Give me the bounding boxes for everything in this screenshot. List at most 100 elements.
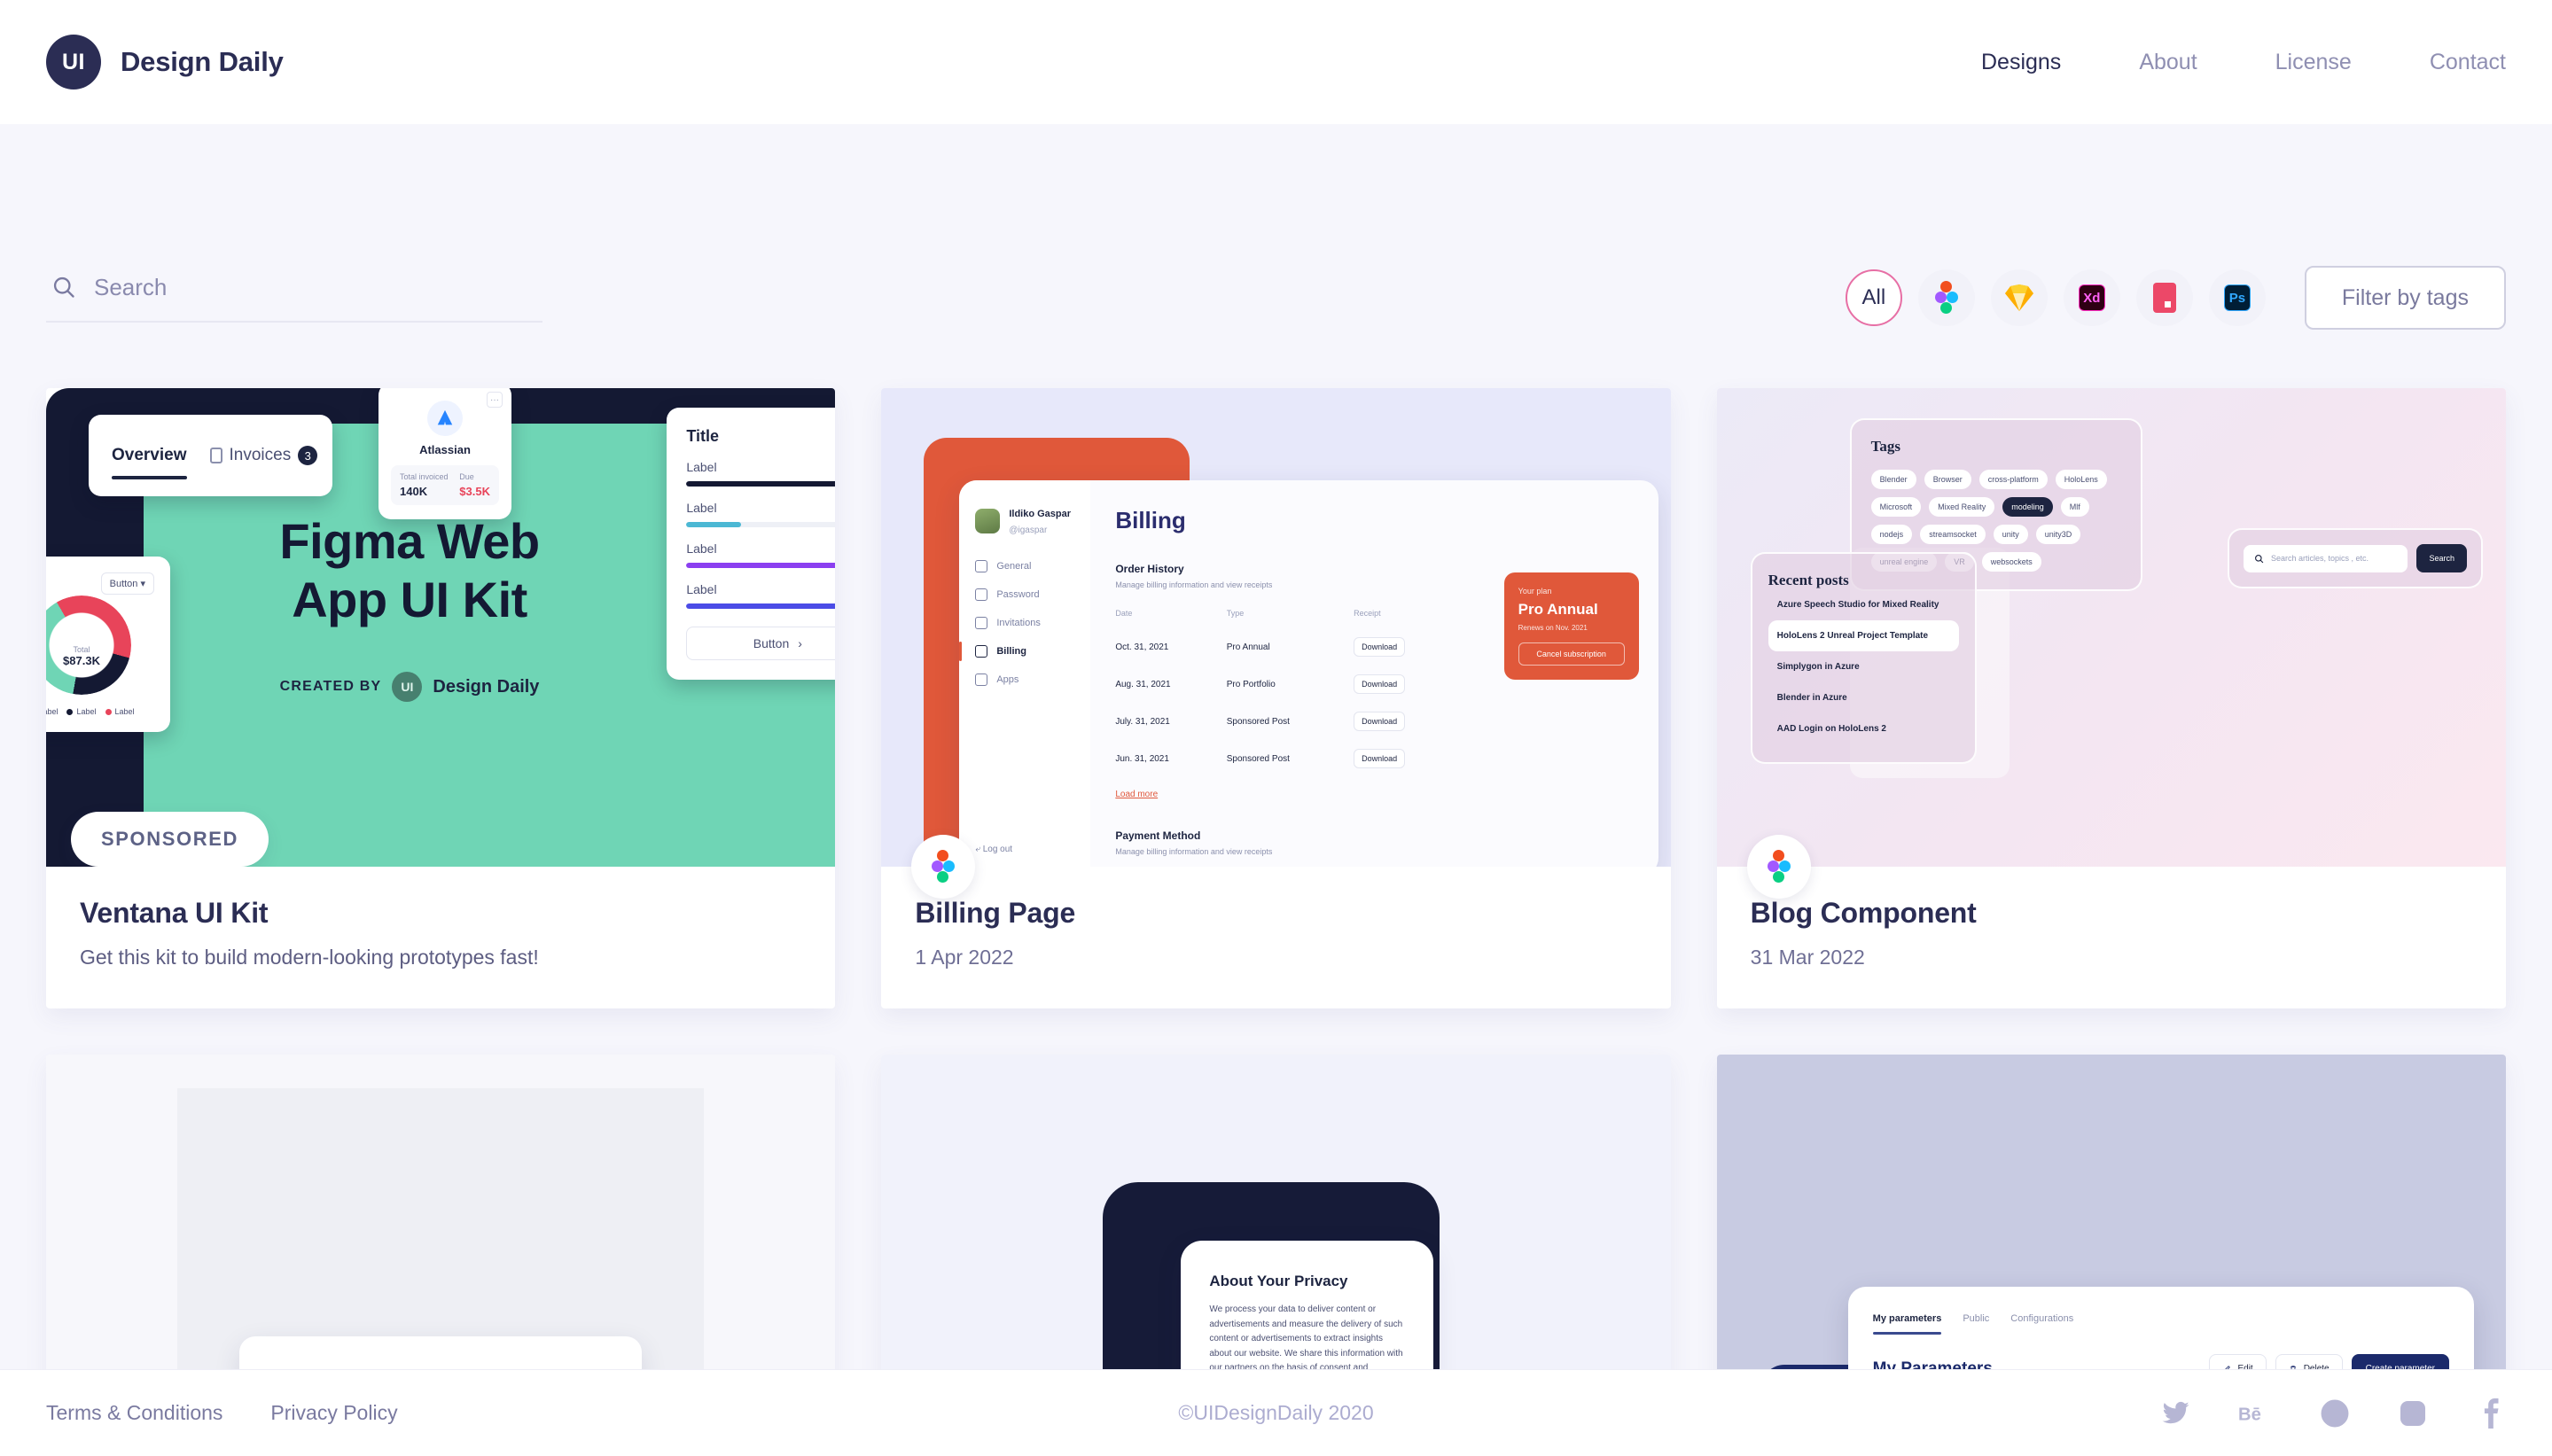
- billing-nav: General Password Invitations Billing App…: [959, 560, 1074, 686]
- nav-apps: Apps: [975, 673, 1074, 686]
- search-field[interactable]: [46, 273, 542, 323]
- billing-title: Billing: [1115, 507, 1186, 533]
- filter-by-tags-button[interactable]: Filter by tags: [2304, 266, 2506, 330]
- tag-pill: unity3D: [2035, 525, 2081, 544]
- document-icon: [209, 448, 222, 463]
- nav-invitations: Invitations: [975, 617, 1074, 629]
- nav-billing: Billing: [959, 642, 1074, 661]
- table-row: Aug. 31, 2021 Pro Portfolio Download: [1115, 666, 1457, 703]
- more-icon: ···: [487, 392, 503, 408]
- dribbble-icon[interactable]: [2320, 1398, 2350, 1429]
- tag-pill: websockets: [1981, 552, 2041, 572]
- avatar: [975, 509, 1001, 533]
- card-subtitle: Get this kit to build modern-looking pro…: [80, 946, 539, 969]
- facebook-icon[interactable]: [2476, 1398, 2506, 1429]
- post-item: AAD Login on HoloLens 2: [1776, 724, 1886, 734]
- credit-logo-icon: UI: [392, 672, 423, 702]
- card-body: Blog Component 31 Mar 2022: [1717, 835, 2506, 1008]
- blog-search-button: Search: [2416, 544, 2467, 572]
- mini-select: Button ▾: [100, 572, 154, 595]
- twitter-icon[interactable]: [2160, 1398, 2190, 1429]
- behance-icon[interactable]: Bē: [2238, 1398, 2272, 1429]
- tab-configurations: Configurations: [2010, 1313, 2074, 1324]
- filter-chip-photoshop[interactable]: Ps: [2208, 269, 2266, 326]
- nav-item-about[interactable]: About: [2100, 50, 2236, 75]
- tool-badge-figma: [1746, 835, 1811, 899]
- card-thumbnail[interactable]: Ildiko Gaspar @igaspar General Password I…: [881, 388, 1671, 867]
- footer-link-terms[interactable]: Terms & Conditions: [46, 1401, 222, 1425]
- nav-item-license[interactable]: License: [2236, 50, 2391, 75]
- privacy-heading: About Your Privacy: [1209, 1273, 1348, 1289]
- svg-text:Bē: Bē: [2238, 1405, 2261, 1424]
- tag-pill: Mixed Reality: [1929, 497, 1995, 517]
- instagram-icon[interactable]: [2398, 1398, 2428, 1429]
- user-block: Ildiko Gaspar @igaspar: [975, 505, 1074, 537]
- card-title: Blog Component: [1750, 897, 1977, 929]
- card-date: 31 Mar 2022: [1750, 946, 1865, 969]
- controls-bar: All Xd: [46, 124, 2506, 330]
- adobe-xd-icon: Xd: [2078, 284, 2105, 311]
- tag-pill-active: modeling: [2002, 497, 2053, 517]
- card-body: Ventana UI Kit Get this kit to build mod…: [46, 867, 835, 1008]
- post-item: Azure Speech Studio for Mixed Reality: [1776, 600, 1939, 610]
- footer-link-privacy[interactable]: Privacy Policy: [270, 1401, 397, 1425]
- logout-item: ⤶ Log out: [975, 845, 1013, 854]
- designs-grid: Figma Web App UI Kit CREATED BY UI Desig…: [46, 388, 2506, 1456]
- post-item: Blender in Azure: [1776, 693, 1847, 703]
- logo-icon: UI: [46, 35, 101, 90]
- blog-search-field: Search articles, topics , etc.: [2243, 544, 2408, 572]
- card-thumbnail[interactable]: Figma Web App UI Kit CREATED BY UI Desig…: [46, 388, 836, 867]
- tag-pill: Microsoft: [1870, 497, 1922, 517]
- design-card[interactable]: Figma Web App UI Kit CREATED BY UI Desig…: [46, 388, 836, 1008]
- nav-password: Password: [975, 588, 1074, 601]
- search-input[interactable]: [94, 273, 537, 301]
- design-card[interactable]: Tags Blender Browser cross-platform Holo…: [1716, 388, 2506, 1008]
- post-item-active: HoloLens 2 Unreal Project Template: [1768, 620, 1959, 651]
- filter-chip-all[interactable]: All: [1845, 269, 1902, 326]
- design-card[interactable]: Ildiko Gaspar @igaspar General Password I…: [881, 388, 1671, 1008]
- parameters-tabs: My parameters Public Configurations: [1872, 1313, 2449, 1335]
- sponsored-badge: SPONSORED: [71, 812, 269, 867]
- billing-window: Ildiko Gaspar @igaspar General Password I…: [959, 480, 1658, 867]
- tag-pill: Blender: [1870, 470, 1916, 489]
- plan-card: Your plan Pro Annual Renews on Nov. 2021…: [1503, 572, 1639, 680]
- footer-social-links: Bē: [2160, 1398, 2506, 1429]
- filter-chips: All Xd Ps Filter by tags: [1845, 266, 2506, 330]
- table-row: Jun. 31, 2021 Sponsored Post Download: [1115, 740, 1457, 777]
- site-footer: Terms & Conditions Privacy Policy ©UIDes…: [0, 1369, 2552, 1456]
- invision-icon: [2152, 283, 2176, 313]
- mini-button: Button ›: [686, 627, 836, 660]
- nav-item-contact[interactable]: Contact: [2391, 50, 2506, 75]
- billing-main: Billing Order History Manage billing inf…: [1090, 480, 1658, 867]
- filter-chip-sketch[interactable]: [1990, 269, 2048, 326]
- thumb-credit: CREATED BY UI Design Daily: [201, 672, 618, 702]
- thumb-hero: Figma Web App UI Kit: [279, 513, 540, 628]
- card-thumbnail[interactable]: Tags Blender Browser cross-platform Holo…: [1716, 388, 2506, 867]
- recent-posts-panel: Recent posts Azure Speech Studio for Mix…: [1750, 552, 1977, 764]
- card-body: Billing Page 1 Apr 2022: [881, 835, 1670, 1008]
- figma-icon: [1934, 281, 1958, 315]
- filter-chip-adobe-xd[interactable]: Xd: [2063, 269, 2120, 326]
- brand[interactable]: UI Design Daily: [46, 35, 284, 90]
- mini-donut-card: Button ▾ Total $87.3K Label Label Label: [46, 557, 170, 732]
- card-title: Billing Page: [915, 897, 1076, 929]
- card-date: 1 Apr 2022: [915, 946, 1014, 969]
- footer-links: Terms & Conditions Privacy Policy: [46, 1401, 398, 1425]
- tag-pill: nodejs: [1870, 525, 1913, 544]
- donut-legend: Label Label Label: [46, 707, 154, 716]
- tool-badge-figma: [911, 835, 976, 899]
- brand-name: Design Daily: [121, 46, 284, 77]
- mini-atlassian-card: ··· Atlassian Total invoiced 140K Due $3.5…: [379, 388, 511, 519]
- filter-chip-figma[interactable]: [1917, 269, 1975, 326]
- post-item: Simplygon in Azure: [1776, 662, 1860, 672]
- figma-icon: [1767, 850, 1791, 884]
- tab-public: Public: [1963, 1313, 1990, 1324]
- nav-item-designs[interactable]: Designs: [1942, 50, 2100, 75]
- tag-pill: cross-platform: [1978, 470, 2048, 489]
- table-row: Oct. 31, 2021 Pro Annual Download: [1115, 628, 1457, 666]
- load-more-link: Load more: [1115, 790, 1159, 799]
- figma-icon: [932, 850, 956, 884]
- blog-search-panel: Search articles, topics , etc. Search: [2227, 528, 2483, 588]
- billing-sidebar: Ildiko Gaspar @igaspar General Password I…: [959, 480, 1091, 867]
- filter-chip-invision[interactable]: [2135, 269, 2193, 326]
